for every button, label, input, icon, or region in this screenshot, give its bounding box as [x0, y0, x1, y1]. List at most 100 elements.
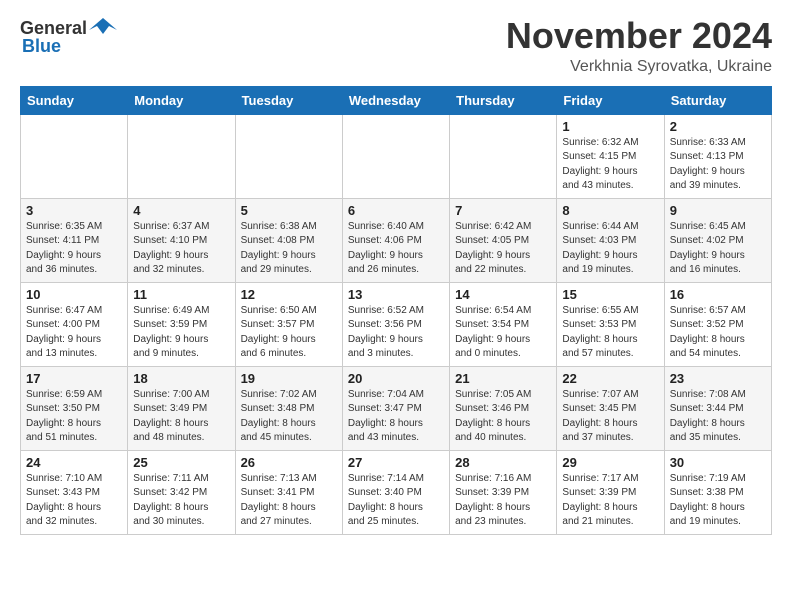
calendar-cell: 6 Sunrise: 6:40 AM Sunset: 4:06 PM Daylig…: [342, 198, 449, 282]
day-detail: Sunrise: 7:16 AM Sunset: 3:39 PM Dayligh…: [455, 473, 531, 528]
day-number: 18: [133, 371, 229, 386]
logo-blue: Blue: [22, 36, 61, 57]
day-detail: Sunrise: 6:59 AM Sunset: 3:50 PM Dayligh…: [26, 389, 102, 444]
day-detail: Sunrise: 7:05 AM Sunset: 3:46 PM Dayligh…: [455, 389, 531, 444]
calendar-cell: 14Sunrise: 6:54 AM Sunset: 3:54 PM Dayli…: [450, 282, 557, 366]
day-detail: Sunrise: 7:17 AM Sunset: 3:39 PM Dayligh…: [562, 473, 638, 528]
weekday-header-monday: Monday: [128, 86, 235, 114]
calendar-cell: 17Sunrise: 6:59 AM Sunset: 3:50 PM Dayli…: [21, 366, 128, 450]
day-detail: Sunrise: 6:44 AM Sunset: 4:03 PM Dayligh…: [562, 221, 638, 276]
day-number: 1: [562, 119, 658, 134]
day-number: 26: [241, 455, 337, 470]
calendar-week-row: 1Sunrise: 6:32 AM Sunset: 4:15 PM Daylig…: [21, 114, 772, 198]
day-number: 11: [133, 287, 229, 302]
day-number: 19: [241, 371, 337, 386]
calendar-cell: [128, 114, 235, 198]
day-number: 7: [455, 203, 551, 218]
day-number: 4: [133, 203, 229, 218]
weekday-header-thursday: Thursday: [450, 86, 557, 114]
calendar-cell: 19 Sunrise: 7:02 AM Sunset: 3:48 PM Dayli…: [235, 366, 342, 450]
day-number: 28: [455, 455, 551, 470]
day-number: 6: [348, 203, 444, 218]
weekday-header-tuesday: Tuesday: [235, 86, 342, 114]
calendar-cell: 21Sunrise: 7:05 AM Sunset: 3:46 PM Dayli…: [450, 366, 557, 450]
day-number: 20: [348, 371, 444, 386]
day-number: 29: [562, 455, 658, 470]
logo-bird-icon: [89, 16, 117, 40]
day-detail: Sunrise: 6:47 AM Sunset: 4:00 PM Dayligh…: [26, 305, 102, 360]
calendar-cell: 13 Sunrise: 6:52 AM Sunset: 3:56 PM Dayli…: [342, 282, 449, 366]
day-number: 16: [670, 287, 766, 302]
calendar-cell: 7Sunrise: 6:42 AM Sunset: 4:05 PM Daylig…: [450, 198, 557, 282]
day-number: 3: [26, 203, 122, 218]
calendar-cell: [235, 114, 342, 198]
calendar-week-row: 10 Sunrise: 6:47 AM Sunset: 4:00 PM Dayli…: [21, 282, 772, 366]
day-detail: Sunrise: 6:38 AM Sunset: 4:08 PM Dayligh…: [241, 221, 317, 276]
weekday-header-friday: Friday: [557, 86, 664, 114]
calendar-cell: 8 Sunrise: 6:44 AM Sunset: 4:03 PM Daylig…: [557, 198, 664, 282]
day-number: 24: [26, 455, 122, 470]
calendar-cell: 12 Sunrise: 6:50 AM Sunset: 3:57 PM Dayli…: [235, 282, 342, 366]
day-detail: Sunrise: 6:52 AM Sunset: 3:56 PM Dayligh…: [348, 305, 424, 360]
day-number: 9: [670, 203, 766, 218]
day-number: 22: [562, 371, 658, 386]
day-detail: Sunrise: 6:54 AM Sunset: 3:54 PM Dayligh…: [455, 305, 531, 360]
day-number: 30: [670, 455, 766, 470]
calendar-cell: [342, 114, 449, 198]
day-detail: Sunrise: 6:49 AM Sunset: 3:59 PM Dayligh…: [133, 305, 209, 360]
weekday-header-saturday: Saturday: [664, 86, 771, 114]
day-detail: Sunrise: 6:35 AM Sunset: 4:11 PM Dayligh…: [26, 221, 102, 276]
title-block: November 2024 Verkhnia Syrovatka, Ukrain…: [506, 16, 772, 76]
calendar-cell: 23 Sunrise: 7:08 AM Sunset: 3:44 PM Dayli…: [664, 366, 771, 450]
day-detail: Sunrise: 7:10 AM Sunset: 3:43 PM Dayligh…: [26, 473, 102, 528]
day-detail: Sunrise: 7:14 AM Sunset: 3:40 PM Dayligh…: [348, 473, 424, 528]
day-detail: Sunrise: 7:13 AM Sunset: 3:41 PM Dayligh…: [241, 473, 317, 528]
calendar-table: SundayMondayTuesdayWednesdayThursdayFrid…: [20, 86, 772, 535]
weekday-header-sunday: Sunday: [21, 86, 128, 114]
calendar-cell: 25 Sunrise: 7:11 AM Sunset: 3:42 PM Dayli…: [128, 450, 235, 534]
day-detail: Sunrise: 7:11 AM Sunset: 3:42 PM Dayligh…: [133, 473, 208, 528]
calendar-cell: 3 Sunrise: 6:35 AM Sunset: 4:11 PM Daylig…: [21, 198, 128, 282]
calendar-cell: 1Sunrise: 6:32 AM Sunset: 4:15 PM Daylig…: [557, 114, 664, 198]
day-detail: Sunrise: 7:04 AM Sunset: 3:47 PM Dayligh…: [348, 389, 424, 444]
day-number: 27: [348, 455, 444, 470]
day-detail: Sunrise: 6:45 AM Sunset: 4:02 PM Dayligh…: [670, 221, 746, 276]
month-title: November 2024: [506, 16, 772, 56]
calendar-cell: 22 Sunrise: 7:07 AM Sunset: 3:45 PM Dayli…: [557, 366, 664, 450]
calendar-cell: 2 Sunrise: 6:33 AM Sunset: 4:13 PM Daylig…: [664, 114, 771, 198]
day-number: 13: [348, 287, 444, 302]
day-number: 25: [133, 455, 229, 470]
logo: General Blue: [20, 16, 117, 57]
calendar-cell: 18Sunrise: 7:00 AM Sunset: 3:49 PM Dayli…: [128, 366, 235, 450]
day-detail: Sunrise: 6:55 AM Sunset: 3:53 PM Dayligh…: [562, 305, 638, 360]
calendar-cell: 11 Sunrise: 6:49 AM Sunset: 3:59 PM Dayli…: [128, 282, 235, 366]
weekday-header-row: SundayMondayTuesdayWednesdayThursdayFrid…: [21, 86, 772, 114]
day-detail: Sunrise: 7:08 AM Sunset: 3:44 PM Dayligh…: [670, 389, 746, 444]
day-detail: Sunrise: 7:07 AM Sunset: 3:45 PM Dayligh…: [562, 389, 638, 444]
calendar-cell: 28 Sunrise: 7:16 AM Sunset: 3:39 PM Dayli…: [450, 450, 557, 534]
weekday-header-wednesday: Wednesday: [342, 86, 449, 114]
day-number: 23: [670, 371, 766, 386]
calendar-cell: 10 Sunrise: 6:47 AM Sunset: 4:00 PM Dayli…: [21, 282, 128, 366]
calendar-cell: 30Sunrise: 7:19 AM Sunset: 3:38 PM Dayli…: [664, 450, 771, 534]
day-detail: Sunrise: 7:02 AM Sunset: 3:48 PM Dayligh…: [241, 389, 317, 444]
day-number: 8: [562, 203, 658, 218]
calendar-week-row: 24 Sunrise: 7:10 AM Sunset: 3:43 PM Dayli…: [21, 450, 772, 534]
day-number: 2: [670, 119, 766, 134]
calendar-cell: [21, 114, 128, 198]
calendar-week-row: 17Sunrise: 6:59 AM Sunset: 3:50 PM Dayli…: [21, 366, 772, 450]
day-detail: Sunrise: 6:50 AM Sunset: 3:57 PM Dayligh…: [241, 305, 317, 360]
calendar-cell: 5 Sunrise: 6:38 AM Sunset: 4:08 PM Daylig…: [235, 198, 342, 282]
calendar-cell: 29 Sunrise: 7:17 AM Sunset: 3:39 PM Dayli…: [557, 450, 664, 534]
day-detail: Sunrise: 6:37 AM Sunset: 4:10 PM Dayligh…: [133, 221, 209, 276]
calendar-cell: 27 Sunrise: 7:14 AM Sunset: 3:40 PM Dayli…: [342, 450, 449, 534]
calendar-cell: 26 Sunrise: 7:13 AM Sunset: 3:41 PM Dayli…: [235, 450, 342, 534]
day-detail: Sunrise: 6:40 AM Sunset: 4:06 PM Dayligh…: [348, 221, 424, 276]
day-number: 12: [241, 287, 337, 302]
calendar-cell: 20 Sunrise: 7:04 AM Sunset: 3:47 PM Dayli…: [342, 366, 449, 450]
day-number: 10: [26, 287, 122, 302]
day-detail: Sunrise: 6:33 AM Sunset: 4:13 PM Dayligh…: [670, 137, 746, 192]
day-number: 5: [241, 203, 337, 218]
calendar-cell: 9 Sunrise: 6:45 AM Sunset: 4:02 PM Daylig…: [664, 198, 771, 282]
calendar-cell: 4 Sunrise: 6:37 AM Sunset: 4:10 PM Daylig…: [128, 198, 235, 282]
